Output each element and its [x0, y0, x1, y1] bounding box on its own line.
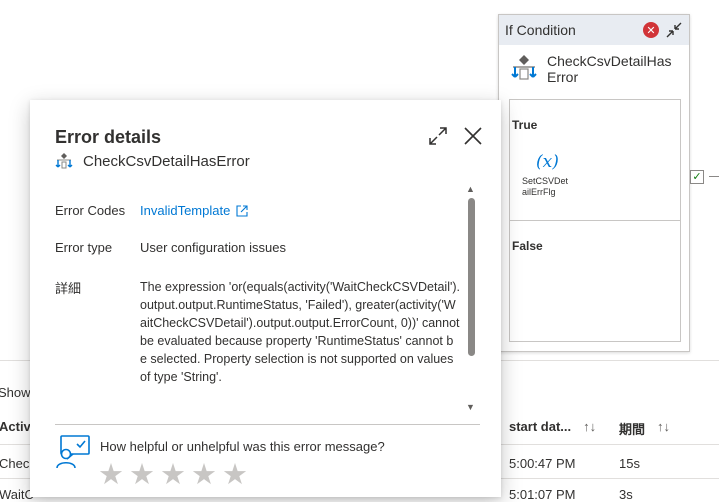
expand-icon[interactable]: [428, 126, 448, 146]
table-cell-duration: 3s: [619, 487, 633, 502]
sort-icon[interactable]: ↑↓: [657, 419, 670, 438]
column-header-start[interactable]: start dat... ↑↓: [509, 419, 596, 434]
if-condition-header-title: If Condition: [505, 22, 576, 38]
connector-line: [709, 176, 719, 177]
panel-subtitle-text: CheckCsvDetailHasError: [83, 152, 250, 170]
details-scrollbar[interactable]: ▲ ▼: [466, 184, 478, 414]
true-branch-label: True: [512, 118, 538, 132]
error-details-text: The expression 'or(equals(activity('Wait…: [140, 280, 460, 384]
details-label: 詳細: [55, 281, 82, 296]
table-cell-start: 5:00:47 PM: [509, 456, 576, 471]
if-condition-name-line2: Error: [547, 69, 579, 85]
panel-subtitle: CheckCsvDetailHasError: [55, 152, 250, 170]
scroll-down-icon[interactable]: ▼: [466, 402, 475, 412]
close-icon[interactable]: [462, 125, 484, 147]
true-branch[interactable]: True (𝑥) SetCSVDet ailErrFlg: [509, 99, 681, 221]
scroll-up-icon[interactable]: ▲: [466, 184, 475, 194]
if-condition-activity[interactable]: If Condition ✕ CheckCsvDetailHas Error T…: [498, 14, 690, 352]
if-condition-icon: [55, 153, 73, 169]
column-header-start-label: start dat...: [509, 419, 572, 434]
showing-count: Showi: [0, 385, 34, 400]
if-condition-header: If Condition ✕: [499, 15, 689, 45]
table-cell-start: 5:01:07 PM: [509, 487, 576, 502]
error-type-label: Error type: [55, 240, 113, 255]
false-branch[interactable]: False: [509, 220, 681, 342]
set-variable-activity[interactable]: (𝑥) SetCSVDet ailErrFlg: [522, 152, 582, 198]
success-connector-checkbox[interactable]: ✓: [690, 170, 704, 184]
star-icon[interactable]: ★: [98, 460, 124, 490]
feedback-divider: [55, 424, 480, 425]
star-rating[interactable]: ★ ★ ★ ★ ★: [98, 460, 253, 490]
error-codes-value: InvalidTemplate: [140, 203, 248, 218]
star-icon[interactable]: ★: [222, 460, 248, 490]
error-status-icon[interactable]: ✕: [643, 22, 659, 38]
column-header-duration-label: 期間: [619, 422, 646, 437]
activity-name-line2: ailErrFlg: [522, 187, 556, 197]
sort-icon[interactable]: ↑↓: [583, 419, 596, 434]
table-cell-duration: 15s: [619, 456, 640, 471]
error-details-panel: Error details CheckCsvDetailHasError Err…: [30, 100, 501, 497]
activity-name-line1: SetCSVDet: [522, 176, 569, 186]
external-link-icon: [236, 204, 248, 217]
set-variable-activity-name: SetCSVDet ailErrFlg: [522, 176, 582, 198]
error-codes-label: Error Codes: [55, 203, 126, 218]
panel-title: Error details: [55, 127, 162, 147]
star-icon[interactable]: ★: [160, 460, 186, 490]
if-condition-name: CheckCsvDetailHas Error: [547, 53, 671, 85]
star-icon[interactable]: ★: [129, 460, 155, 490]
feedback-question: How helpful or unhelpful was this error …: [100, 439, 385, 454]
error-code-link[interactable]: InvalidTemplate: [140, 203, 248, 218]
variable-fx-icon: (𝑥): [536, 152, 559, 172]
star-icon[interactable]: ★: [191, 460, 217, 490]
if-condition-name-line1: CheckCsvDetailHas: [547, 53, 672, 69]
feedback-person-icon: [56, 435, 90, 469]
if-condition-icon: [511, 55, 537, 80]
error-code-link-text: InvalidTemplate: [140, 203, 231, 218]
table-cell-activity[interactable]: WaitC: [0, 487, 34, 502]
scrollbar-thumb[interactable]: [468, 198, 475, 356]
column-header-duration[interactable]: 期間 ↑↓: [619, 419, 670, 438]
if-condition-name-row: CheckCsvDetailHas Error: [499, 45, 689, 103]
collapse-icon[interactable]: [665, 21, 683, 39]
false-branch-label: False: [512, 239, 543, 253]
error-type-value: User configuration issues: [140, 240, 286, 255]
